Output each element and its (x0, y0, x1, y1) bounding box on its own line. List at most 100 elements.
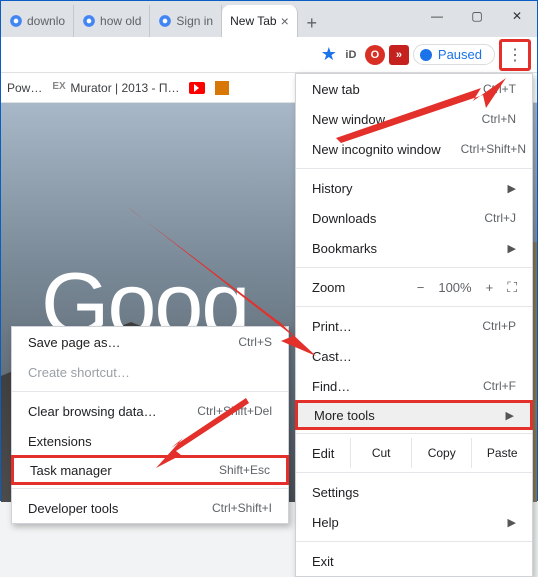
submenu-clear-data[interactable]: Clear browsing data… Ctrl+Shift+Del (12, 396, 288, 426)
menu-label: History (312, 181, 352, 196)
menu-separator (296, 306, 532, 307)
menu-exit[interactable]: Exit (296, 546, 532, 576)
submenu-extensions[interactable]: Extensions (12, 426, 288, 456)
chrome-main-menu: New tab Ctrl+T New window Ctrl+N New incog… (295, 73, 533, 577)
submenu-task-manager[interactable]: Task manager Shift+Esc (11, 455, 289, 485)
close-tab-icon[interactable]: × (281, 13, 289, 29)
zoom-out-button[interactable]: − (417, 280, 425, 295)
menu-zoom: Zoom − 100% + ⛶ (296, 272, 532, 302)
menu-help[interactable]: Help ▶ (296, 507, 532, 537)
tab-download[interactable]: downlo (1, 5, 74, 37)
menu-find[interactable]: Find… Ctrl+F (296, 371, 532, 401)
bookmark-star-icon[interactable]: ★ (321, 44, 337, 65)
menu-more-tools[interactable]: More tools ▶ (295, 400, 533, 430)
tab-signin[interactable]: Sign in (150, 5, 222, 37)
menu-label: Create shortcut… (28, 365, 130, 380)
menu-label: New window (312, 112, 385, 127)
menu-shortcut: Ctrl+T (463, 82, 516, 96)
submenu-arrow-icon: ▶ (508, 182, 516, 195)
google-favicon (158, 14, 172, 28)
tab-label: Sign in (176, 14, 213, 28)
bookmark-favicon: EX (52, 81, 66, 95)
zoom-value: 100% (438, 280, 471, 295)
google-favicon (82, 14, 96, 28)
menu-separator (296, 433, 532, 434)
bookmark-murator[interactable]: EX Murator | 2013 - П… (52, 81, 179, 95)
menu-label: Zoom (312, 280, 345, 295)
menu-label: Edit (296, 446, 350, 461)
bookmark-pow[interactable]: Pow… (7, 81, 42, 95)
menu-label: Task manager (30, 463, 112, 478)
menu-label: New tab (312, 82, 360, 97)
menu-separator (12, 488, 288, 489)
menu-new-incognito[interactable]: New incognito windowCtrl+Shift+N (296, 134, 532, 164)
tab-label: downlo (27, 14, 65, 28)
menu-label: More tools (314, 408, 375, 423)
menu-separator (12, 391, 288, 392)
menu-shortcut: Ctrl+N (462, 112, 516, 126)
toolbar: ★ iD O » Paused ⋮ (1, 37, 537, 73)
submenu-dev-tools[interactable]: Developer toolsCtrl+Shift+I (12, 493, 288, 523)
submenu-arrow-icon: ▶ (508, 242, 516, 255)
extension-video-icon[interactable]: » (389, 45, 409, 65)
menu-new-tab[interactable]: New tab Ctrl+T (296, 74, 532, 104)
menu-separator (296, 267, 532, 268)
submenu-arrow-icon: ▶ (506, 409, 514, 422)
minimize-button[interactable]: ― (417, 1, 457, 31)
menu-label: Clear browsing data… (28, 404, 157, 419)
menu-label: Find… (312, 379, 350, 394)
tab-label: New Tab (230, 14, 276, 28)
highlight-kebab: ⋮ (499, 39, 531, 71)
zoom-in-button[interactable]: + (486, 280, 494, 295)
submenu-save-page[interactable]: Save page as… Ctrl+S (12, 327, 288, 357)
menu-settings[interactable]: Settings (296, 477, 532, 507)
bookmark-label: Pow… (7, 81, 42, 95)
fullscreen-icon[interactable]: ⛶ (507, 279, 516, 296)
extension-ublock-icon[interactable]: O (365, 45, 385, 65)
menu-shortcut: Ctrl+Shift+I (192, 501, 272, 515)
new-tab-button[interactable]: + (298, 9, 326, 37)
edit-cut-button[interactable]: Cut (350, 438, 411, 468)
edit-paste-button[interactable]: Paste (471, 438, 532, 468)
menu-history[interactable]: History ▶ (296, 173, 532, 203)
menu-label: Save page as… (28, 335, 121, 350)
menu-shortcut: Ctrl+Shift+N (441, 142, 526, 156)
menu-label: Cast… (312, 349, 352, 364)
edit-copy-button[interactable]: Copy (411, 438, 472, 468)
google-favicon (9, 14, 23, 28)
submenu-create-shortcut[interactable]: Create shortcut… (12, 357, 288, 387)
menu-print[interactable]: Print… Ctrl+P (296, 311, 532, 341)
menu-edit-row: Edit Cut Copy Paste (296, 438, 532, 468)
menu-separator (296, 541, 532, 542)
menu-label: Print… (312, 319, 352, 334)
menu-bookmarks[interactable]: Bookmarks ▶ (296, 233, 532, 263)
profile-paused-button[interactable]: Paused (413, 44, 495, 65)
menu-label: Settings (312, 485, 359, 500)
kebab-menu-button[interactable]: ⋮ (503, 43, 527, 67)
menu-shortcut: Ctrl+P (462, 319, 516, 333)
menu-new-window[interactable]: New window Ctrl+N (296, 104, 532, 134)
menu-label: Exit (312, 554, 334, 569)
menu-downloads[interactable]: DownloadsCtrl+J (296, 203, 532, 233)
menu-cast[interactable]: Cast… (296, 341, 532, 371)
tab-howold[interactable]: how old (74, 5, 150, 37)
menu-label: Bookmarks (312, 241, 377, 256)
box-icon[interactable] (215, 81, 229, 95)
menu-label: Extensions (28, 434, 92, 449)
close-window-button[interactable]: ✕ (497, 1, 537, 31)
youtube-icon[interactable] (189, 82, 205, 94)
submenu-arrow-icon: ▶ (508, 516, 516, 529)
maximize-button[interactable]: ▢ (457, 1, 497, 31)
menu-separator (296, 168, 532, 169)
menu-label: New incognito window (312, 142, 441, 157)
extension-idealo-icon[interactable]: iD (341, 45, 361, 65)
menu-shortcut: Ctrl+S (218, 335, 272, 349)
menu-label: Help (312, 515, 339, 530)
menu-shortcut: Ctrl+F (463, 379, 516, 393)
menu-shortcut: Ctrl+J (464, 211, 516, 225)
menu-shortcut: Shift+Esc (199, 463, 270, 477)
more-tools-submenu: Save page as… Ctrl+S Create shortcut… Cle… (11, 326, 289, 524)
tab-newtab[interactable]: New Tab × (222, 5, 298, 37)
menu-shortcut: Ctrl+Shift+Del (177, 404, 272, 418)
window-controls: ― ▢ ✕ (417, 1, 537, 31)
